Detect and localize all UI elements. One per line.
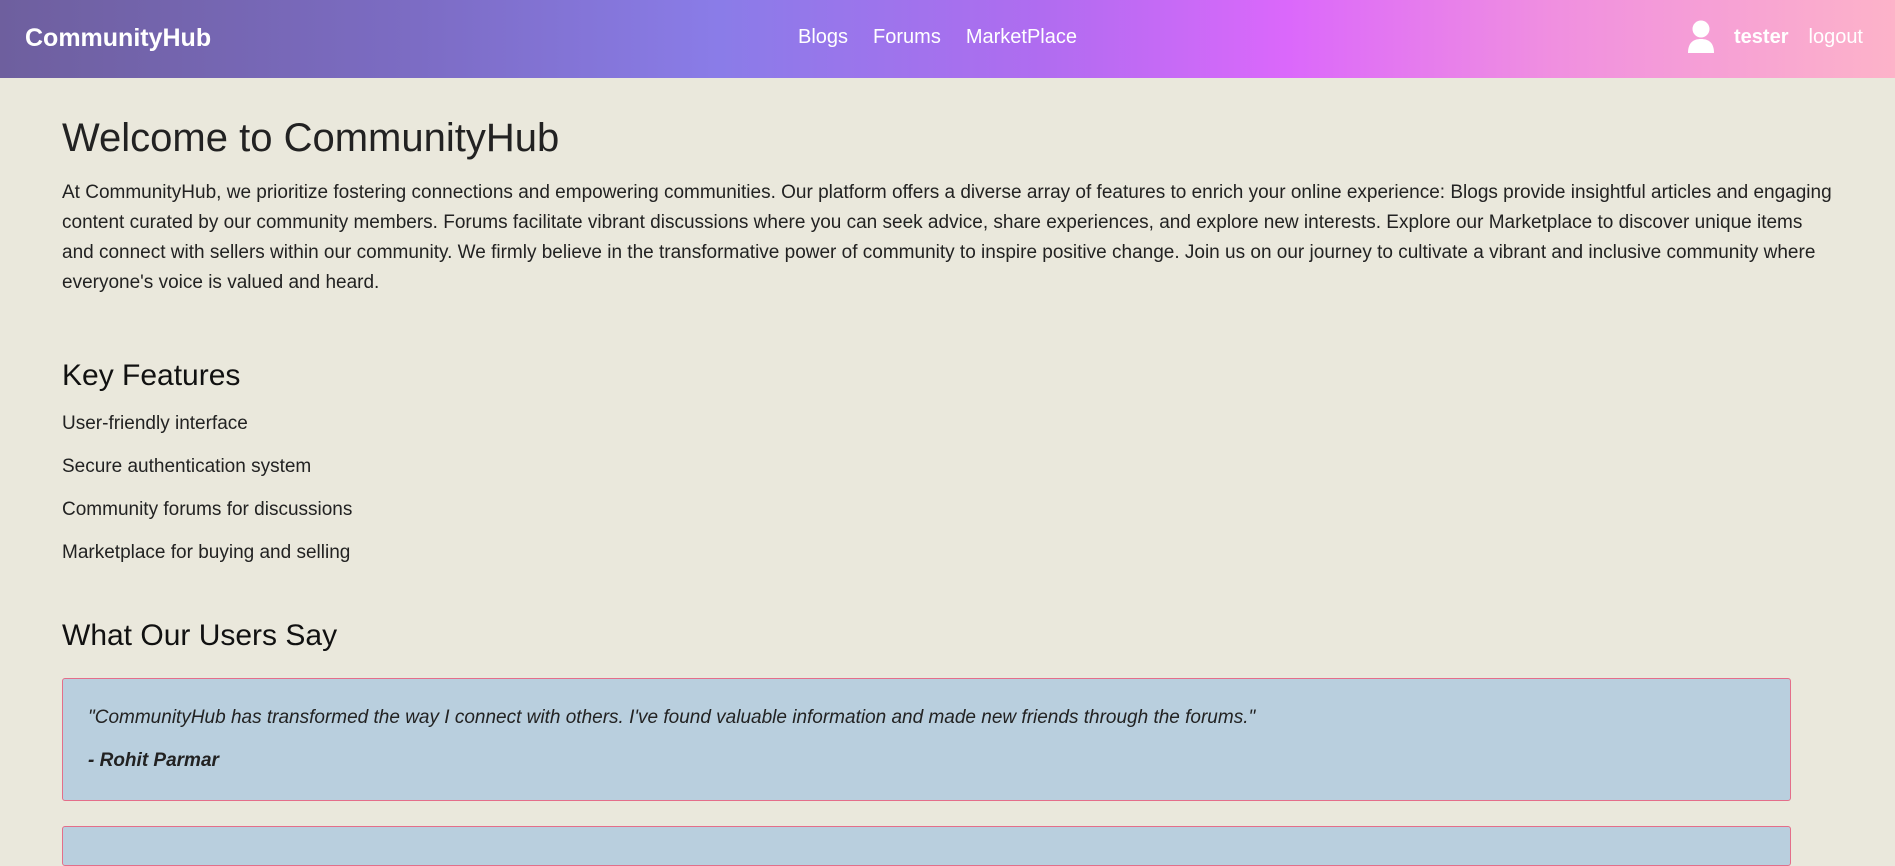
testimonials-heading: What Our Users Say [62,619,338,652]
testimonial-quote: "CommunityHub has transformed the way I … [88,707,1256,728]
logout-link[interactable]: logout [1809,26,1864,49]
brand-logo[interactable]: CommunityHub [25,24,211,53]
intro-paragraph: At CommunityHub, we prioritize fostering… [62,182,1832,293]
feature-item: User-friendly interface [62,413,248,434]
nav-link-forums[interactable]: Forums [873,26,941,49]
testimonial-card: "CommunityHub has transformed the way I … [62,678,1791,801]
navbar: CommunityHub Blogs Forums MarketPlace te… [0,0,1895,78]
testimonial-author: - Rohit Parmar [88,750,219,771]
user-icon[interactable] [1686,20,1716,54]
feature-item: Secure authentication system [62,456,312,477]
features-list: User-friendly interface Secure authentic… [62,413,1842,585]
nav-link-marketplace[interactable]: MarketPlace [966,26,1077,49]
username: tester [1734,25,1789,48]
features-heading: Key Features [62,359,241,392]
nav-link-blogs[interactable]: Blogs [798,26,848,49]
feature-item: Marketplace for buying and selling [62,542,351,563]
user-area: tester logout [1686,20,1863,54]
page-title: Welcome to CommunityHub [62,116,560,160]
main-content: Welcome to CommunityHub At CommunityHub,… [62,78,1842,866]
feature-item: Community forums for discussions [62,499,353,520]
testimonial-card [62,826,1791,866]
nav-links: Blogs Forums MarketPlace [798,26,1077,49]
